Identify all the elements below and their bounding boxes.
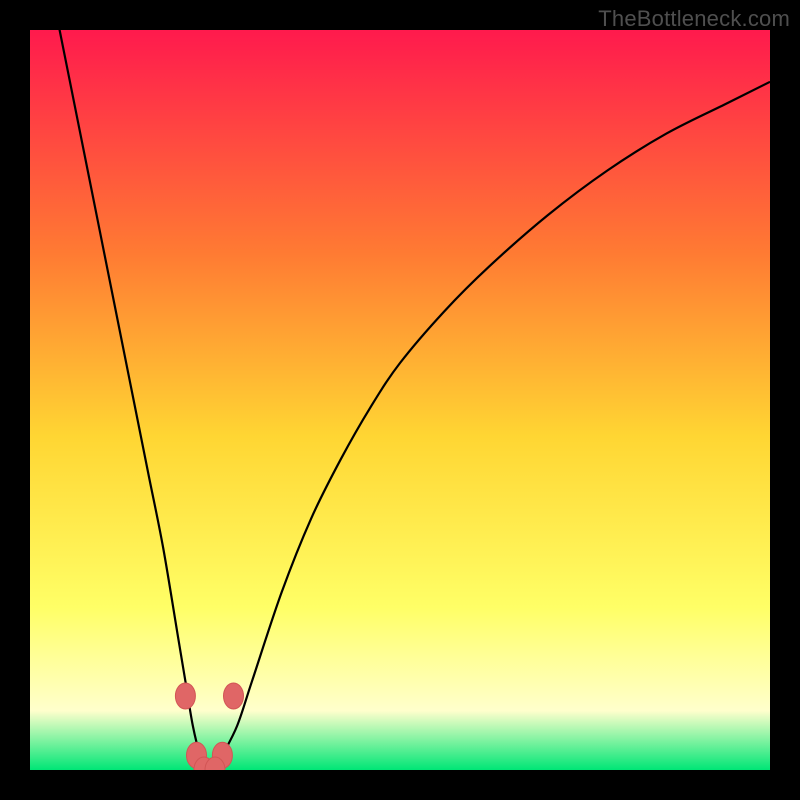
plot-area	[30, 30, 770, 770]
data-marker	[224, 683, 244, 709]
chart-svg	[30, 30, 770, 770]
data-marker	[175, 683, 195, 709]
watermark-text: TheBottleneck.com	[598, 6, 790, 32]
gradient-background	[30, 30, 770, 770]
chart-frame: TheBottleneck.com	[0, 0, 800, 800]
